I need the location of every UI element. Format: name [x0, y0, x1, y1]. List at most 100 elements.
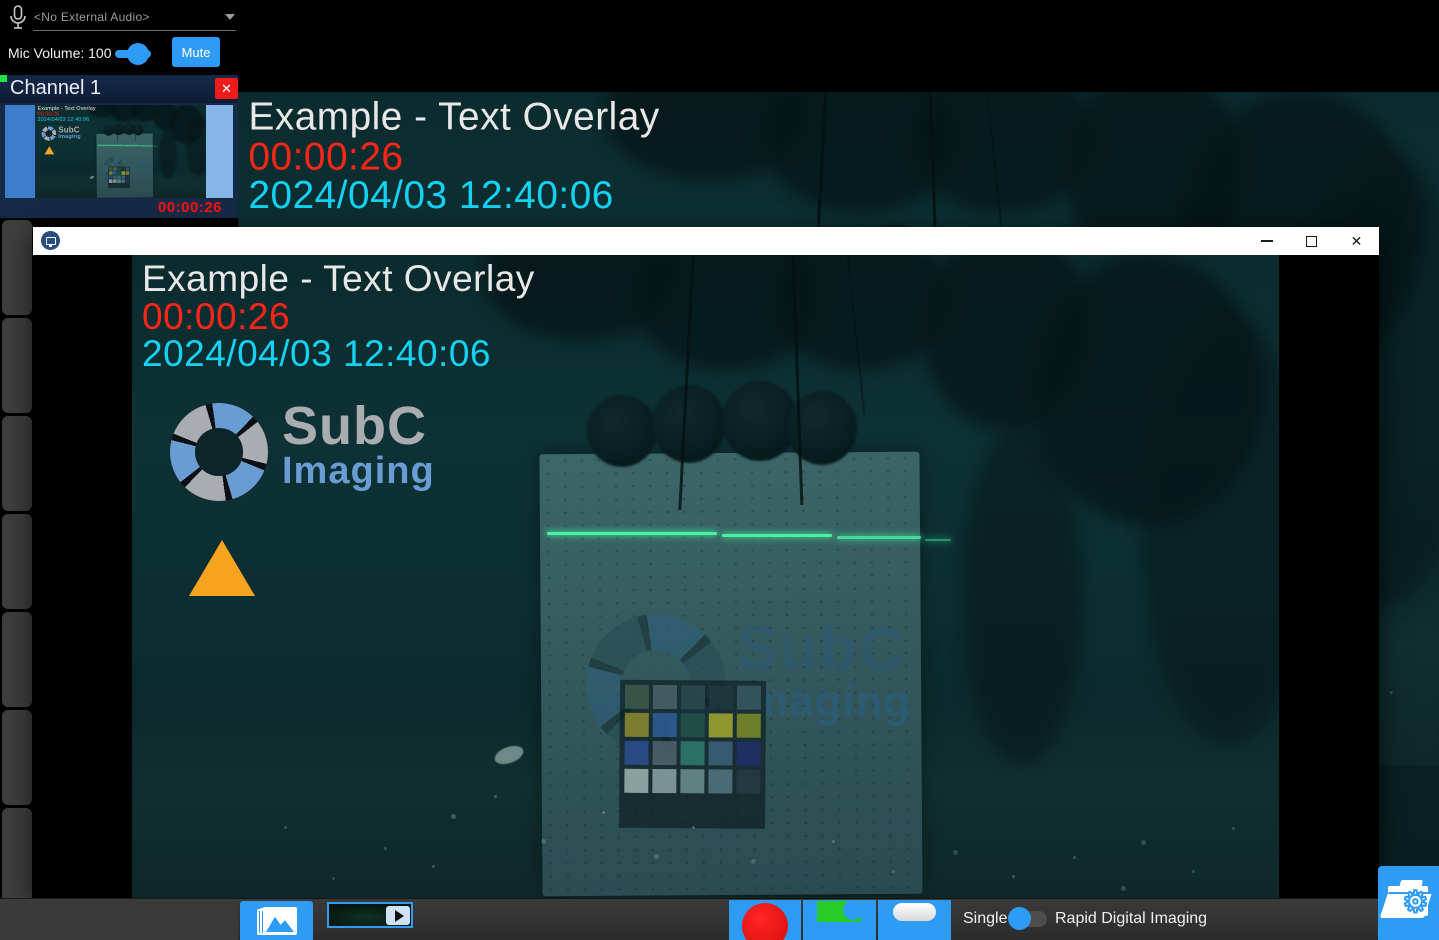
close-button[interactable]: ✕ — [1334, 227, 1379, 255]
kelp — [962, 425, 1082, 765]
close-icon: ✕ — [1351, 234, 1363, 248]
divider — [33, 30, 236, 31]
popup-content: SubC Imaging Example - Text Overlay 00:0… — [33, 255, 1379, 898]
checker-cell — [121, 175, 125, 178]
subc-imaging-logo: SubC Imaging — [170, 403, 435, 501]
warning-triangle-icon — [44, 146, 54, 154]
sediment-debris — [238, 92, 241, 95]
calibration-board: SubC Imaging — [539, 452, 922, 897]
text-overlay: Example - Text Overlay 00:00:26 2024/04/… — [248, 97, 659, 214]
checker-cell — [625, 685, 649, 709]
overlay-timecode: 00:00:26 — [142, 298, 535, 335]
checker-cell — [737, 686, 761, 710]
bottom-toolbar: Single Rapid Digital Imaging — [238, 898, 1439, 940]
text-overlay: Example - Text Overlay 00:00:26 2024/04/… — [142, 260, 535, 372]
pipe-cylinder — [587, 395, 657, 467]
toggle-knob — [1008, 907, 1031, 930]
checker-cell — [121, 171, 125, 174]
sediment-debris — [132, 255, 135, 258]
mic-volume-slider-knob[interactable] — [127, 43, 149, 65]
capture-photo-button[interactable] — [803, 900, 876, 940]
grab-still-button[interactable] — [878, 900, 951, 940]
checker-cell — [113, 175, 117, 178]
pipe-cylinder — [652, 385, 726, 463]
channel-slot[interactable] — [2, 612, 32, 707]
play-icon — [386, 906, 410, 925]
app-window: SubC Imaging Example - Text Overlay 00:0… — [0, 0, 1439, 940]
checker-cell — [680, 741, 704, 765]
warning-triangle-icon — [189, 540, 255, 596]
checker-cell — [117, 175, 121, 178]
overlay-timecode: 00:00:26 — [248, 137, 659, 176]
channel-slot[interactable] — [2, 318, 32, 413]
board-watermark-logo: SubC Imaging — [539, 451, 924, 897]
photos-icon — [257, 907, 297, 939]
folder-gear-icon: ⚙ — [1386, 880, 1432, 920]
checker-cell — [737, 714, 761, 738]
checker-cell — [736, 770, 760, 794]
still-icon — [893, 903, 936, 921]
record-video-button[interactable] — [729, 900, 801, 940]
channel-slot[interactable] — [2, 514, 32, 609]
file-manager-button[interactable]: ⚙ — [1378, 866, 1439, 940]
checker-cell — [126, 175, 130, 178]
laser-line — [547, 532, 717, 535]
audio-device-select[interactable]: <No External Audio> — [34, 8, 236, 32]
checker-cell — [709, 685, 733, 709]
status-indicator — [0, 75, 7, 82]
checker-cell — [624, 769, 648, 793]
underwater-video-frame: SubC Imaging Example - Text Overlay 00:0… — [36, 105, 206, 198]
channel-close-button[interactable]: ✕ — [215, 78, 238, 99]
channel-recording-time: 00:00:26 — [120, 199, 222, 216]
checker-cell — [109, 167, 113, 170]
maximize-icon — [1306, 236, 1317, 247]
channel-thumbnail-video[interactable]: SubC Imaging Example - Text Overlay 00:0… — [36, 105, 206, 198]
laser-line — [837, 536, 921, 539]
channel-slot[interactable] — [2, 220, 32, 315]
minimize-button[interactable] — [1244, 227, 1289, 255]
checker-cell — [653, 685, 677, 709]
checker-cell — [126, 167, 130, 170]
camera-icon — [817, 901, 861, 922]
microphone-icon — [8, 4, 28, 37]
checker-cell — [109, 175, 113, 178]
checker-cell — [653, 713, 677, 737]
channel-title: Channel 1 — [10, 77, 101, 100]
checker-cell — [652, 741, 676, 765]
color-checker-chart — [108, 166, 130, 188]
audio-device-value: <No External Audio> — [34, 10, 150, 24]
window-controls: ✕ — [1244, 227, 1379, 255]
sidebar-bottom-panel — [0, 898, 238, 940]
selection-bar-right — [206, 105, 233, 198]
imaging-mode-toggle[interactable] — [1008, 906, 1048, 932]
checker-cell — [708, 769, 732, 793]
popup-video-view[interactable]: SubC Imaging Example - Text Overlay 00:0… — [132, 255, 1279, 898]
mute-button[interactable]: Mute — [172, 37, 220, 67]
video-popout-window: ✕ SubC Imaging — [33, 227, 1379, 898]
channel-slot[interactable] — [2, 710, 32, 805]
overlay-title: Example - Text Overlay — [142, 260, 535, 298]
channel-slot[interactable] — [2, 808, 32, 903]
gallery-button[interactable] — [240, 901, 313, 940]
checker-cell — [625, 713, 649, 737]
record-icon — [742, 903, 788, 940]
selection-bar-left — [5, 105, 35, 198]
single-mode-label: Single — [963, 910, 1007, 928]
window-app-icon — [41, 231, 60, 250]
maximize-button[interactable] — [1289, 227, 1334, 255]
kelp — [186, 114, 206, 176]
rapid-digital-imaging-label: Rapid Digital Imaging — [1055, 910, 1207, 928]
last-clip-thumbnail[interactable] — [327, 902, 413, 928]
laser-line — [925, 539, 951, 541]
channel-slot[interactable] — [2, 416, 32, 511]
checker-cell — [126, 171, 130, 174]
checker-cell — [126, 179, 130, 182]
pipe-cylinder — [113, 124, 124, 135]
checker-cell — [117, 171, 121, 174]
popup-titlebar[interactable]: ✕ — [33, 227, 1379, 255]
checker-cell — [652, 769, 676, 793]
checker-cell — [709, 713, 733, 737]
checker-cell — [121, 179, 125, 182]
checker-cell — [109, 171, 113, 174]
chevron-down-icon — [225, 14, 235, 20]
